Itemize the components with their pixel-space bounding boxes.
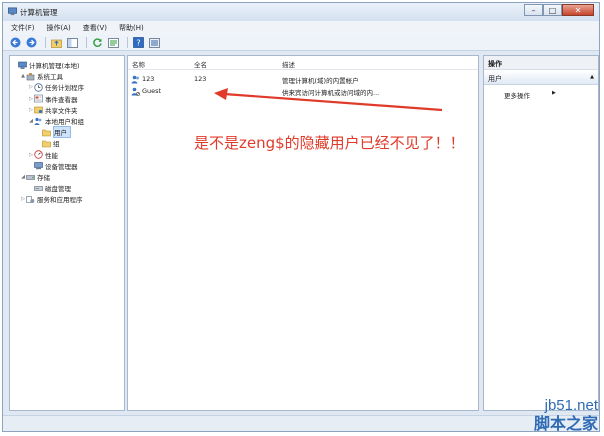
maximize-button[interactable]: □ xyxy=(543,4,562,16)
svg-text:?: ? xyxy=(136,39,140,48)
user-fullname: 123 xyxy=(194,75,207,83)
back-icon[interactable] xyxy=(9,37,22,49)
tree-item-11[interactable]: 磁盘管理 xyxy=(28,183,71,193)
toolbar-separator xyxy=(45,37,46,48)
close-button[interactable]: ✕ xyxy=(562,4,594,16)
tree-item-1[interactable]: ▲ 系统工具 xyxy=(20,71,63,81)
up-folder-icon[interactable] xyxy=(50,37,63,49)
tree-item-8[interactable]: ▷ 性能 xyxy=(28,150,58,160)
menu-help[interactable]: 帮助(H) xyxy=(119,23,144,33)
toolbar-separator xyxy=(127,37,128,48)
storage-icon xyxy=(26,173,35,182)
properties-icon[interactable] xyxy=(148,37,161,49)
tree-item-7[interactable]: 组 xyxy=(36,138,60,148)
show-tree-icon[interactable] xyxy=(66,37,79,49)
menu-bar: 文件(F) 操作(A) 查看(V) 帮助(H) xyxy=(3,21,599,35)
status-bar xyxy=(3,415,599,431)
more-actions-item[interactable]: 更多操作 ▶ xyxy=(504,90,556,100)
refresh-icon[interactable] xyxy=(91,37,104,49)
users-icon xyxy=(34,117,43,126)
shared-folder-icon xyxy=(34,105,43,114)
annotation-arrow xyxy=(214,88,443,112)
menu-view[interactable]: 查看(V) xyxy=(83,23,107,33)
user-icon xyxy=(131,75,139,84)
tree-item-6[interactable]: 用户 xyxy=(36,126,71,139)
clock-icon xyxy=(34,83,43,92)
more-actions-label: 更多操作 xyxy=(504,92,530,100)
table-row[interactable]: 123 123 管理计算机(域)的内置帐户 xyxy=(130,74,470,85)
tree-item-label: 系统工具 xyxy=(37,73,63,82)
tree-item-label: 本地用户和组 xyxy=(45,118,84,126)
actions-pane: 操作 用户 ▲ 更多操作 ▶ xyxy=(483,55,599,411)
window-controls: – □ ✕ xyxy=(524,4,594,17)
computer-management-icon xyxy=(8,7,17,16)
tree-item-12[interactable]: ▷ 服务和应用程序 xyxy=(20,194,83,204)
folder-icon xyxy=(42,139,51,148)
tree-item-label: 设备管理器 xyxy=(45,162,78,171)
header-divider xyxy=(128,69,478,70)
menu-file[interactable]: 文件(F) xyxy=(11,23,35,33)
tree-item-0[interactable]: 计算机管理(本地) xyxy=(12,60,80,70)
event-viewer-icon xyxy=(34,94,43,103)
actions-section-users[interactable]: 用户 ▲ xyxy=(484,71,598,85)
tree-item-label: 用户 xyxy=(53,126,71,139)
toolbar-separator xyxy=(86,37,87,48)
user-description: 管理计算机(域)的内置帐户 xyxy=(282,77,359,85)
tree-item-label: 任务计划程序 xyxy=(45,84,84,93)
export-list-icon[interactable] xyxy=(107,37,120,49)
tree-item-5[interactable]: ◢ 本地用户和组 xyxy=(28,116,84,126)
navigation-tree: 计算机管理(本地) ▲ 系统工具 ▷ 任务计划程序 ▷ 事件查看器 ▷ 共享文件夹 ◢ 本地用户和组… xyxy=(9,55,125,411)
submenu-arrow-icon: ▶ xyxy=(552,90,556,96)
forward-icon[interactable] xyxy=(25,37,38,49)
toolbar: ? xyxy=(3,35,599,51)
collapse-icon[interactable]: ▲ xyxy=(590,74,594,80)
window-title: 计算机管理 xyxy=(20,8,58,17)
user-disabled-icon xyxy=(131,87,140,96)
tree-item-label: 磁盘管理 xyxy=(45,185,71,194)
watermark-brand: 脚本之家 xyxy=(533,414,598,433)
folder-icon xyxy=(42,128,51,137)
services-icon xyxy=(26,195,35,204)
tree-item-10[interactable]: ◢ 存储 xyxy=(20,172,50,182)
actions-section-label: 用户 xyxy=(488,75,502,83)
tree-item-label: 组 xyxy=(53,140,60,149)
actions-title: 操作 xyxy=(484,56,598,70)
tools-icon xyxy=(26,72,35,81)
user-name: 123 xyxy=(142,75,155,83)
computer-icon xyxy=(18,61,27,70)
title-bar: 计算机管理 – □ ✕ xyxy=(3,3,599,21)
tree-item-2[interactable]: ▷ 任务计划程序 xyxy=(28,82,84,92)
computer-management-window: 计算机管理 – □ ✕ 文件(F) 操作(A) 查看(V) 帮助(H) ? 计算… xyxy=(2,2,600,432)
menu-action[interactable]: 操作(A) xyxy=(47,23,71,33)
column-header-fullname[interactable]: 全名 xyxy=(194,59,207,69)
tree-item-label: 性能 xyxy=(45,151,58,160)
tree-item-9[interactable]: 设备管理器 xyxy=(28,161,78,171)
tree-item-label: 存储 xyxy=(37,174,50,182)
disk-icon xyxy=(34,184,43,193)
device-manager-icon xyxy=(34,161,43,170)
performance-icon xyxy=(34,150,43,159)
tree-item-label: 共享文件夹 xyxy=(45,106,78,115)
tree-item-label: 服务和应用程序 xyxy=(37,196,83,205)
help-icon[interactable]: ? xyxy=(132,37,145,49)
tree-item-4[interactable]: ▷ 共享文件夹 xyxy=(28,105,78,115)
column-header-name[interactable]: 名称 xyxy=(132,59,145,69)
column-header-description[interactable]: 描述 xyxy=(282,59,295,69)
tree-item-3[interactable]: ▷ 事件查看器 xyxy=(28,94,78,104)
tree-item-label: 事件查看器 xyxy=(45,95,78,104)
tree-item-label: 计算机管理(本地) xyxy=(29,62,80,70)
annotation-text: 是不是zeng$的隐藏用户已经不见了！！ xyxy=(194,134,465,152)
minimize-button[interactable]: – xyxy=(524,4,543,16)
user-name: Guest xyxy=(142,87,162,95)
